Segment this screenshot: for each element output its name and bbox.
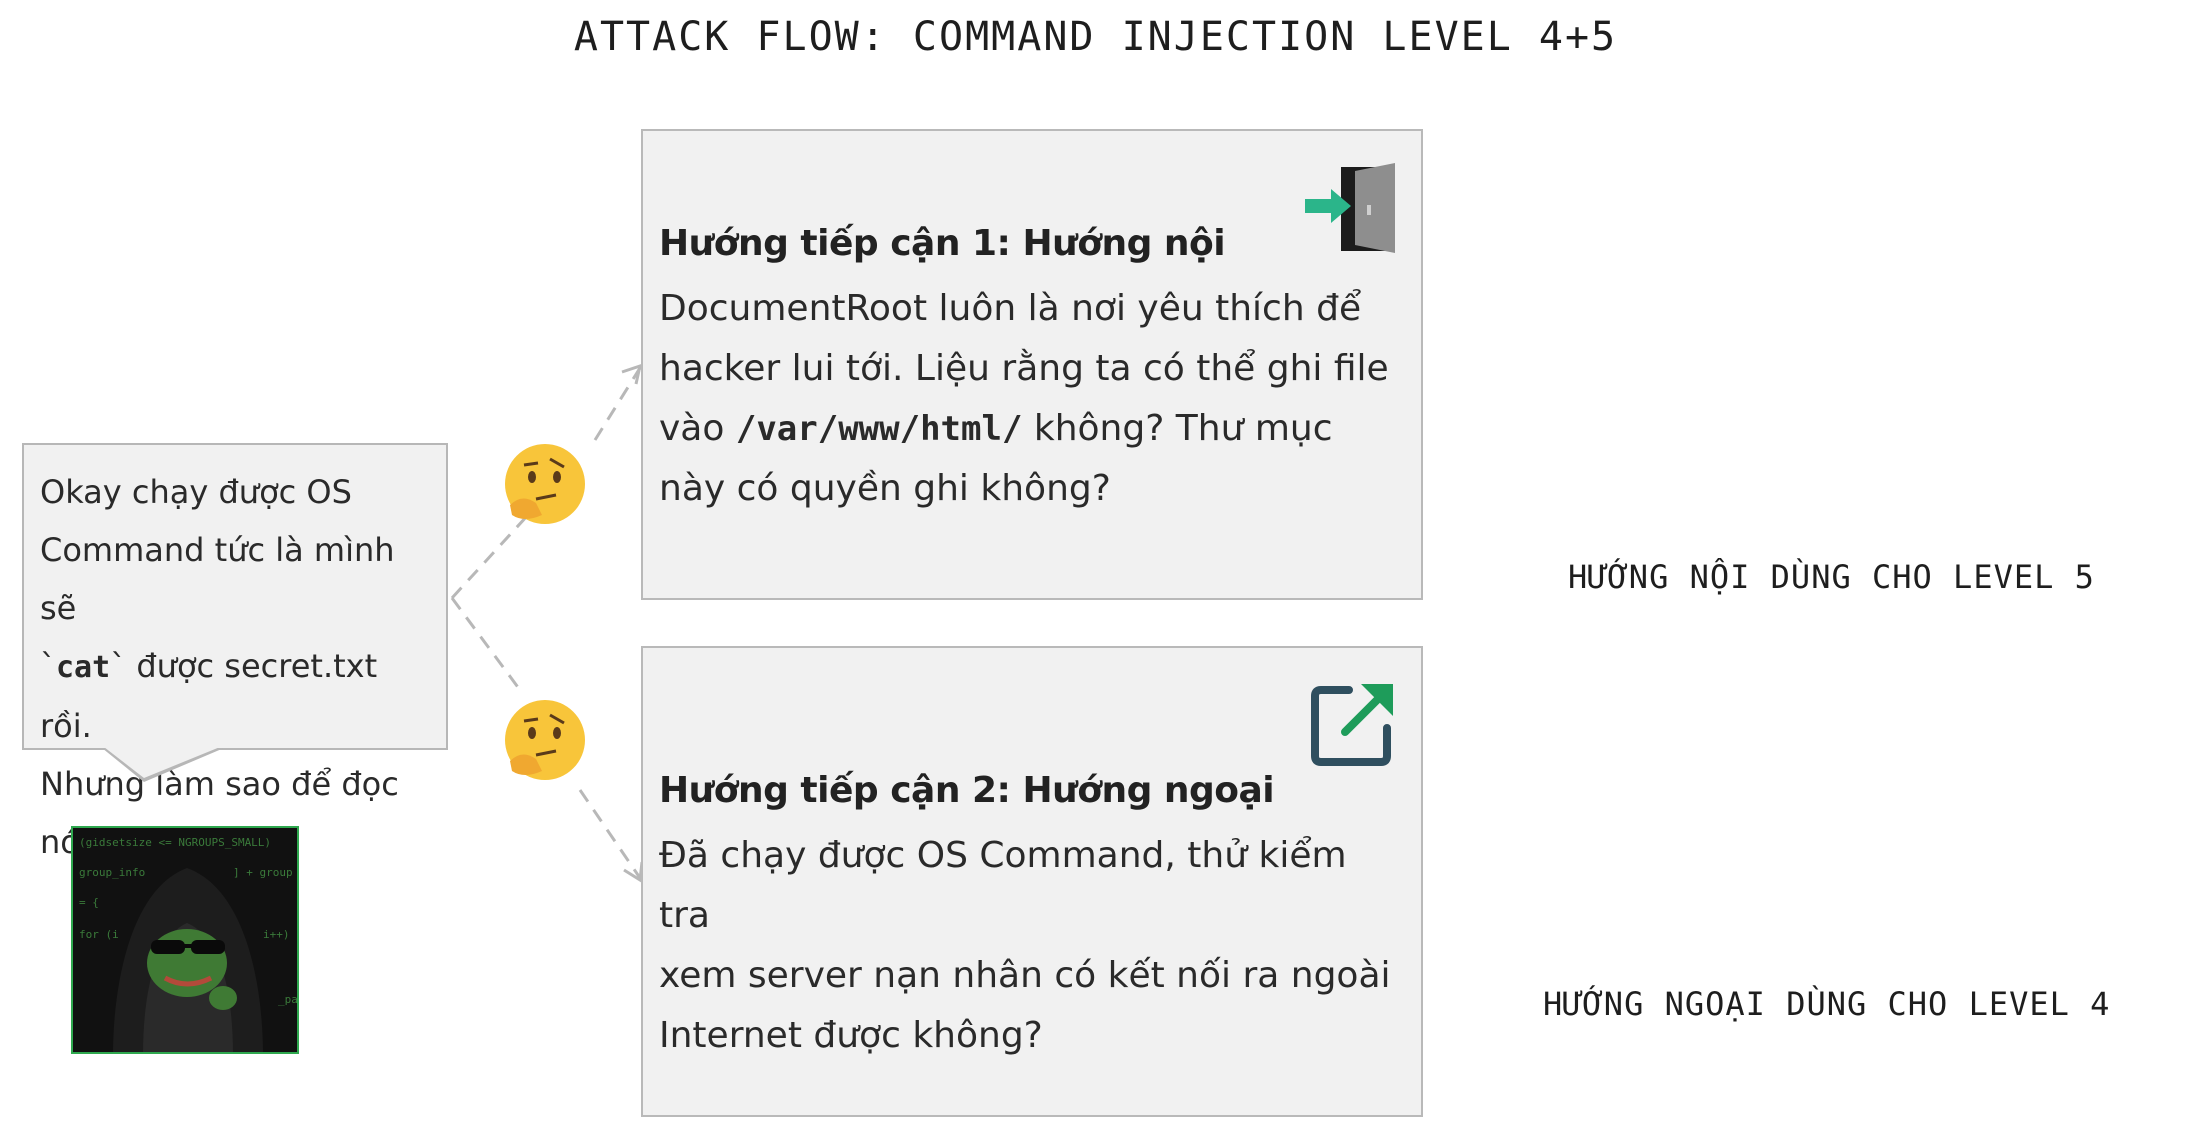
card-body: DocumentRoot luôn là nơi yêu thích để ha… xyxy=(659,288,1389,509)
arrowhead-card1 xyxy=(621,363,643,385)
bubble-line: `cat` được secret.txt rồi. xyxy=(40,647,378,745)
card-heading: Hướng tiếp cận 2: Hướng ngoại xyxy=(659,770,1275,811)
hooded-frog-figure xyxy=(113,868,263,1052)
path-code: /var/www/html/ xyxy=(735,409,1023,449)
approach-card-outward: Hướng tiếp cận 2: Hướng ngoại Đã chạy đư… xyxy=(641,646,1423,1117)
inline-code: cat xyxy=(56,650,111,685)
bubble-line: Nhưng làm sao để đọc xyxy=(40,765,399,803)
bubble-line: Command tức là mình sẽ xyxy=(40,531,395,627)
external-link-icon xyxy=(1311,684,1393,766)
approach-card-inward: Hướng tiếp cận 1: Hướng nội DocumentRoot… xyxy=(641,129,1423,600)
speech-bubble: Okay chạy được OS Command tức là mình sẽ… xyxy=(22,443,448,861)
hacker-avatar-image: (gidsetsize <= NGROUPS_SMALL) group_info… xyxy=(71,826,299,1054)
thinking-face-icon xyxy=(505,444,585,524)
note-level4: HƯỚNG NGOẠI DÙNG CHO LEVEL 4 xyxy=(1543,985,2111,1023)
door-enter-icon xyxy=(1305,163,1395,253)
note-level5: HƯỚNG NỘI DÙNG CHO LEVEL 5 xyxy=(1568,558,2095,596)
thinking-face-icon xyxy=(505,700,585,780)
card-heading: Hướng tiếp cận 1: Hướng nội xyxy=(659,223,1226,264)
card-body: Đã chạy được OS Command, thử kiểm tra xe… xyxy=(659,835,1391,1056)
bubble-line: Okay chạy được OS xyxy=(40,473,352,511)
arrowhead-card2 xyxy=(623,861,644,883)
